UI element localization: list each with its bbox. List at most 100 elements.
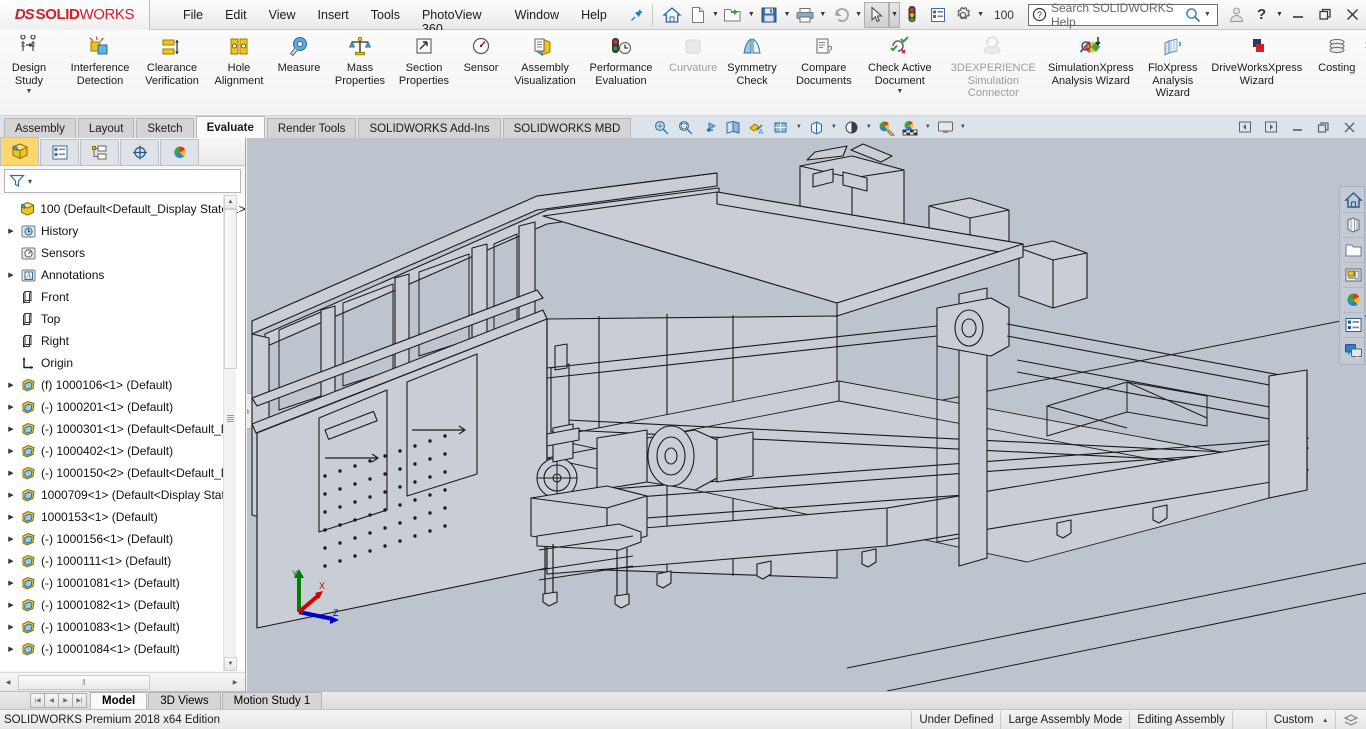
tree-node-part[interactable]: ▶ (-) 1000201<1> (Default) bbox=[0, 396, 245, 418]
menu-view[interactable]: View bbox=[258, 4, 307, 26]
print-icon[interactable] bbox=[792, 2, 817, 28]
ribbon-measure[interactable]: Measure bbox=[270, 30, 328, 75]
ribbon-clearance-verification[interactable]: Clearance Verification bbox=[136, 30, 208, 87]
edit-appearance-icon[interactable] bbox=[839, 117, 863, 137]
tree-expander[interactable]: ▶ bbox=[4, 227, 18, 235]
tree-node-part[interactable]: ▶ (-) 1000301<1> (Default<Default_D bbox=[0, 418, 245, 440]
status-units[interactable]: Custom bbox=[1266, 711, 1321, 729]
property-manager-tab[interactable] bbox=[40, 139, 79, 165]
zoom-to-area-icon[interactable] bbox=[673, 117, 697, 137]
previous-document-icon[interactable] bbox=[1232, 117, 1258, 137]
window-restore-button[interactable] bbox=[1312, 2, 1339, 28]
view-settings-dropdown-arrow[interactable]: ▼ bbox=[922, 117, 933, 137]
restore-document-icon[interactable] bbox=[1310, 117, 1336, 137]
appearances-icon[interactable] bbox=[1341, 213, 1365, 238]
tree-node-root[interactable]: 100 (Default<Default_Display State-1>) bbox=[0, 198, 245, 220]
scroll-up-arrow-icon[interactable]: ▲ bbox=[224, 195, 237, 209]
settings-dropdown-arrow[interactable]: ▼ bbox=[975, 2, 986, 28]
window-close-button[interactable] bbox=[1339, 2, 1366, 28]
open-folder-icon[interactable] bbox=[721, 2, 746, 28]
tree-node-part[interactable]: ▶ (-) 1000156<1> (Default) bbox=[0, 528, 245, 550]
ribbon-compare-documents[interactable]: ? Compare Documents bbox=[788, 30, 860, 87]
tree-node-part[interactable]: ▶ (-) 10001081<1> (Default) bbox=[0, 572, 245, 594]
feature-manager-design-tree-tab[interactable] bbox=[0, 137, 39, 165]
tree-node-front-plane[interactable]: Front bbox=[0, 286, 245, 308]
tree-expander[interactable]: ▶ bbox=[4, 447, 18, 455]
tree-expander[interactable]: ▶ bbox=[4, 403, 18, 411]
tree-node-top-plane[interactable]: Top bbox=[0, 308, 245, 330]
units-caret-icon[interactable]: ▴ bbox=[1320, 716, 1335, 724]
open-folder-dropdown-arrow[interactable]: ▼ bbox=[746, 2, 757, 28]
custom-properties-icon[interactable] bbox=[1341, 313, 1365, 338]
feature-tree-vertical-scrollbar[interactable]: ▲ ▼ bbox=[223, 195, 236, 671]
tab-layout[interactable]: Layout bbox=[78, 118, 135, 138]
tree-expander[interactable]: ▶ bbox=[4, 579, 18, 587]
tree-expander[interactable]: ▶ bbox=[4, 271, 18, 279]
apply-scene-icon[interactable] bbox=[874, 117, 898, 137]
tree-node-part[interactable]: ▶ (-) 1000111<1> (Default) bbox=[0, 550, 245, 572]
tree-node-part[interactable]: ▶ (f) 1000106<1> (Default) bbox=[0, 374, 245, 396]
tree-node-part[interactable]: ▶ 1000153<1> (Default) bbox=[0, 506, 245, 528]
bottom-tab-model[interactable]: Model bbox=[90, 692, 147, 709]
save-dropdown-arrow[interactable]: ▼ bbox=[782, 2, 793, 28]
tree-expander[interactable]: ▶ bbox=[4, 535, 18, 543]
tree-expander[interactable]: ▶ bbox=[4, 623, 18, 631]
ribbon-sensor[interactable]: Sensor bbox=[456, 30, 506, 75]
display-style-icon[interactable] bbox=[769, 117, 793, 137]
window-minimize-button[interactable] bbox=[1285, 2, 1312, 28]
ribbon-interference-detection[interactable]: Interference Detection bbox=[64, 30, 136, 87]
tree-node-annotations[interactable]: ▶ A Annotations bbox=[0, 264, 245, 286]
scroll-left-arrow-icon[interactable]: ◀ bbox=[0, 674, 16, 691]
options-list-icon[interactable] bbox=[925, 2, 950, 28]
view-orientation-icon[interactable]: A bbox=[745, 117, 769, 137]
tree-node-part[interactable]: ▶ (-) 10001084<1> (Default) bbox=[0, 638, 245, 660]
chevron-right-icon[interactable]: chevron-right-icon bbox=[225, 139, 245, 165]
undo-dropdown-arrow[interactable]: ▼ bbox=[853, 2, 864, 28]
ribbon-performance-evaluation[interactable]: Performance Evaluation bbox=[584, 30, 658, 87]
settings-gear-icon[interactable] bbox=[950, 2, 975, 28]
section-view-icon[interactable] bbox=[721, 117, 745, 137]
view-settings-icon[interactable] bbox=[898, 117, 922, 137]
new-document-icon[interactable] bbox=[685, 2, 710, 28]
zoom-to-fit-icon[interactable] bbox=[649, 117, 673, 137]
minimize-document-icon[interactable] bbox=[1284, 117, 1310, 137]
bottom-tab-motion-study[interactable]: Motion Study 1 bbox=[222, 692, 323, 709]
last-tab-icon[interactable]: ▶| bbox=[72, 693, 87, 708]
tree-node-part[interactable]: ▶ (-) 10001082<1> (Default) bbox=[0, 594, 245, 616]
view-palette-icon[interactable] bbox=[1341, 288, 1365, 313]
tree-expander[interactable]: ▶ bbox=[4, 513, 18, 521]
menu-photoview-360[interactable]: PhotoView 360 bbox=[411, 4, 504, 26]
print-dropdown-arrow[interactable]: ▼ bbox=[818, 2, 829, 28]
tab-evaluate[interactable]: Evaluate bbox=[196, 116, 265, 138]
ribbon-simulationxpress[interactable]: SimulationXpress Analysis Wizard bbox=[1041, 30, 1141, 87]
menu-help[interactable]: Help bbox=[570, 4, 618, 26]
select-cursor-icon[interactable] bbox=[864, 2, 889, 28]
configuration-manager-tab[interactable] bbox=[80, 139, 119, 165]
ribbon-driveworksxpress[interactable]: DriveWorksXpress Wizard bbox=[1205, 30, 1309, 87]
ribbon-symmetry-check[interactable]: Symmetry Check bbox=[722, 30, 782, 87]
tree-node-origin[interactable]: Origin bbox=[0, 352, 245, 374]
tab-assembly[interactable]: Assembly bbox=[4, 118, 76, 138]
search-help-box[interactable]: ? Search SOLIDWORKS Help ▼ bbox=[1028, 4, 1218, 26]
tree-node-sensors[interactable]: Sensors bbox=[0, 242, 245, 264]
tree-expander[interactable]: ▶ bbox=[4, 491, 18, 499]
ribbon-design-study[interactable]: Design Study ▼ bbox=[0, 30, 58, 95]
feature-tree-horizontal-scrollbar[interactable]: ◀ ‖ ▶ bbox=[0, 672, 245, 691]
tab-sketch[interactable]: Sketch bbox=[136, 118, 193, 138]
tree-node-part[interactable]: ▶ 1000709<1> (Default<Display State bbox=[0, 484, 245, 506]
pushpin-icon[interactable] bbox=[630, 6, 645, 24]
menu-window[interactable]: Window bbox=[504, 4, 570, 26]
solidworks-forum-icon[interactable] bbox=[1341, 338, 1365, 363]
tab-render-tools[interactable]: Render Tools bbox=[267, 118, 357, 138]
home-icon[interactable] bbox=[660, 2, 685, 28]
design-library-icon[interactable] bbox=[1341, 238, 1365, 263]
tree-node-part[interactable]: ▶ (-) 1000150<2> (Default<Default_D bbox=[0, 462, 245, 484]
new-document-dropdown-arrow[interactable]: ▼ bbox=[710, 2, 721, 28]
overlay-icon[interactable] bbox=[1335, 711, 1366, 729]
dimxpert-manager-tab[interactable] bbox=[120, 139, 159, 165]
previous-view-icon[interactable] bbox=[697, 117, 721, 137]
tree-expander[interactable]: ▶ bbox=[4, 601, 18, 609]
tab-solidworks-mbd[interactable]: SOLIDWORKS MBD bbox=[503, 118, 632, 138]
ribbon-hole-alignment[interactable]: Hole Alignment bbox=[208, 30, 270, 87]
ribbon-curvature[interactable]: Curvature bbox=[664, 30, 722, 75]
